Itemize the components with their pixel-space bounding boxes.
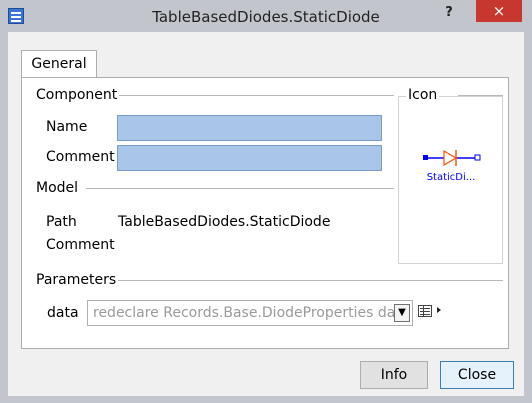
name-field[interactable] xyxy=(117,115,382,141)
diode-icon: StaticDi... xyxy=(423,149,481,183)
icon-group-line xyxy=(458,95,503,96)
icon-group-label: Icon xyxy=(406,87,440,103)
comment-label: Comment xyxy=(46,149,115,165)
model-group-label: Model xyxy=(36,180,81,196)
parameter-label-data: data xyxy=(47,305,79,321)
icon-caption: StaticDi... xyxy=(427,172,476,183)
table-icon[interactable] xyxy=(418,305,432,317)
info-button[interactable]: Info xyxy=(360,361,428,389)
parameters-group-line xyxy=(118,280,503,281)
component-group-label: Component xyxy=(36,87,120,103)
path-value: TableBasedDiodes.StaticDiode xyxy=(118,214,331,230)
parameters-group-label: Parameters xyxy=(36,272,119,288)
tab-general[interactable]: General xyxy=(21,50,97,78)
path-label: Path xyxy=(46,214,77,230)
model-group-line xyxy=(86,188,394,189)
model-comment-label: Comment xyxy=(46,237,115,253)
title-bar: TableBasedDiodes.StaticDiode ? × xyxy=(0,0,532,32)
expand-arrow-icon[interactable] xyxy=(437,307,441,313)
name-label: Name xyxy=(46,119,88,135)
icon-preview-box: StaticDi... xyxy=(398,96,503,264)
parameter-data-combo[interactable]: redeclare Records.Base.DiodeProperties d… xyxy=(87,300,413,326)
parameter-data-value: redeclare Records.Base.DiodeProperties d… xyxy=(93,305,410,321)
pin-left-icon xyxy=(423,155,428,160)
chevron-down-icon[interactable]: ▼ xyxy=(394,304,410,322)
close-window-button[interactable]: × xyxy=(476,0,522,22)
pin-right-icon xyxy=(474,154,481,161)
close-button[interactable]: Close xyxy=(440,361,514,389)
help-button[interactable]: ? xyxy=(436,3,462,23)
component-group-line xyxy=(118,95,394,96)
comment-field[interactable] xyxy=(117,145,382,171)
